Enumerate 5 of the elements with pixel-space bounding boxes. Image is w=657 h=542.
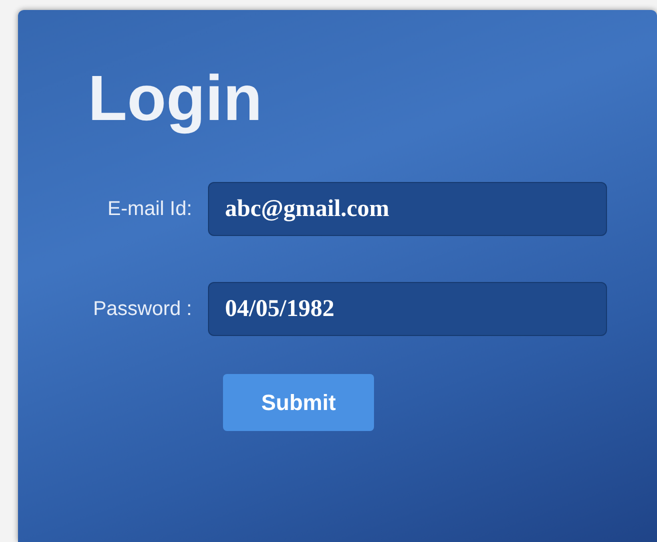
login-title: Login xyxy=(88,61,264,136)
field-label: E-mail Id: xyxy=(106,197,193,222)
input-field[interactable]: abc@gmail.com xyxy=(208,182,607,236)
field-label: Password : xyxy=(92,297,193,322)
input-field[interactable]: 04/05/1982 xyxy=(208,282,607,336)
